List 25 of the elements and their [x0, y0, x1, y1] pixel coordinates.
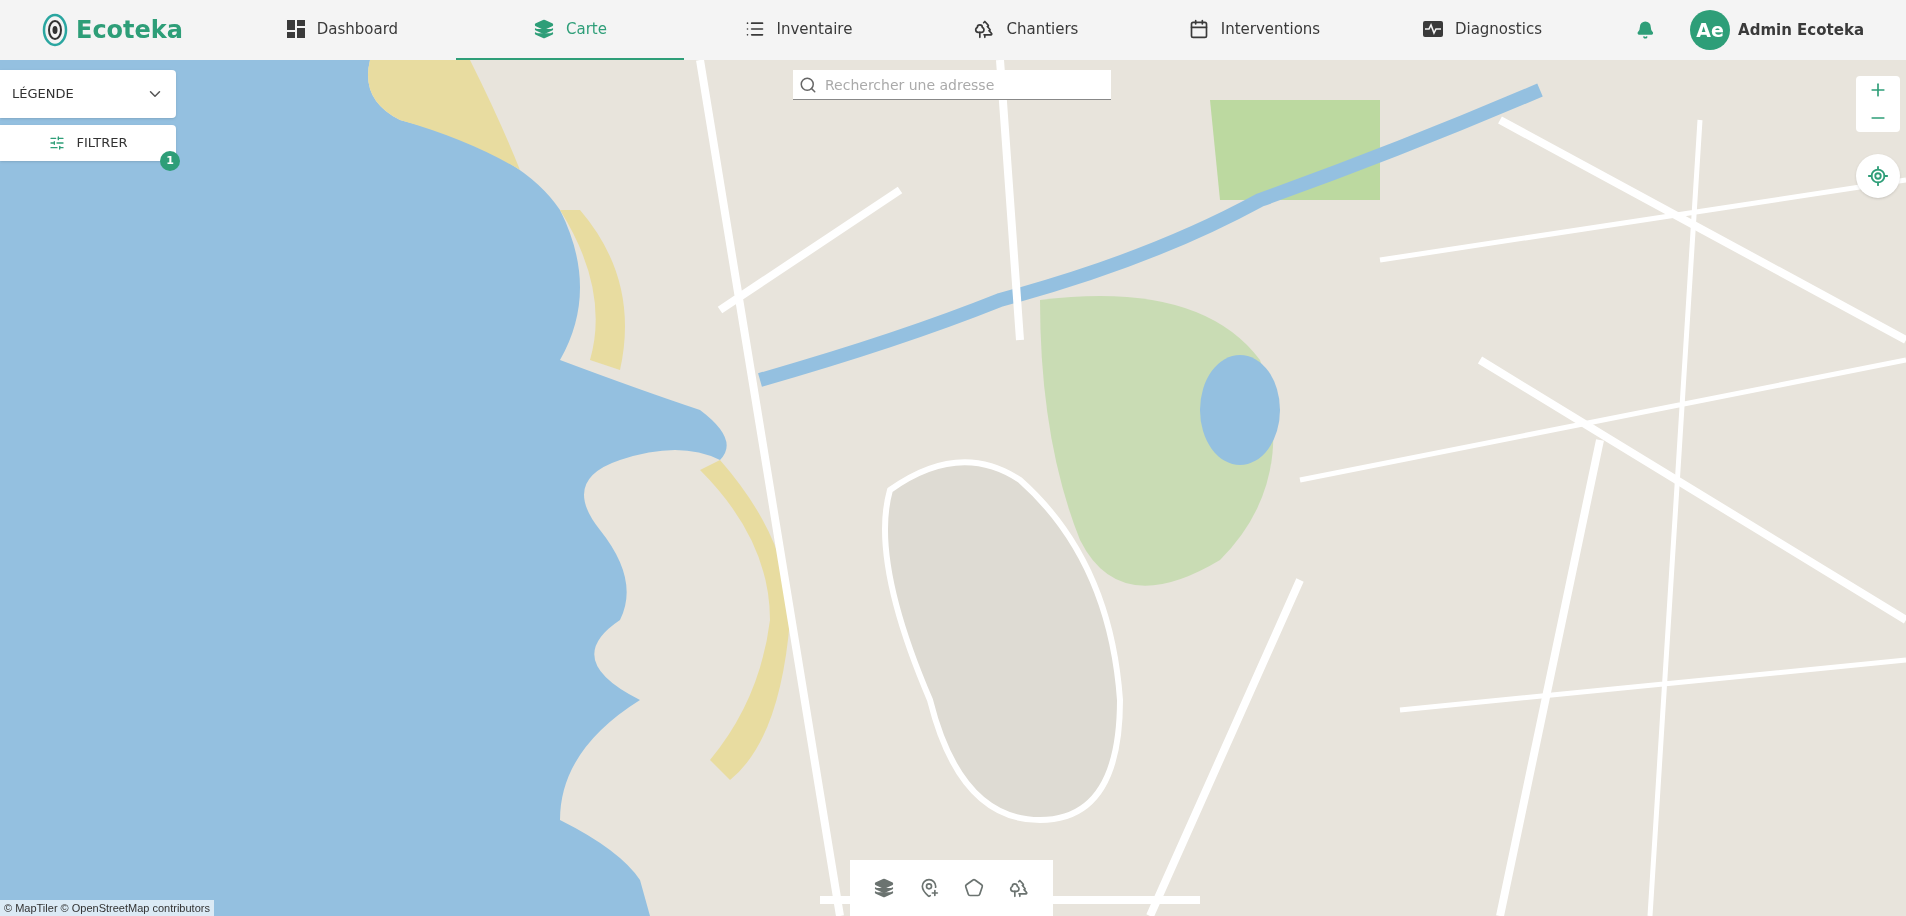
dashboard-icon: [286, 20, 305, 38]
nav-tab[interactable]: Interventions: [1140, 0, 1369, 60]
pulse-icon: [1422, 21, 1443, 37]
sliders-icon: [48, 135, 65, 151]
locate-icon: [1867, 165, 1889, 187]
logo-icon: [42, 13, 68, 47]
search-field[interactable]: Rechercher une adresse: [793, 70, 1111, 100]
user-name[interactable]: Admin Ecoteka: [1738, 18, 1864, 42]
map-attribution: © MapTiler © OpenStreetMap contributors: [0, 899, 214, 916]
layers-icon[interactable]: [874, 878, 895, 898]
list-icon: [744, 19, 765, 39]
nav-tab[interactable]: Diagnostics: [1368, 0, 1597, 60]
notifications-icon[interactable]: [1636, 20, 1656, 40]
nav-tab[interactable]: Dashboard: [228, 0, 457, 60]
search-icon: [799, 76, 817, 94]
calendar-icon: [1188, 19, 1209, 39]
trees-icon[interactable]: [1008, 878, 1029, 898]
app-name: Ecoteka: [76, 15, 183, 46]
trees-icon: [974, 19, 995, 39]
layers-icon: [533, 19, 554, 39]
nav-tab[interactable]: Chantiers: [912, 0, 1141, 60]
nav-tab[interactable]: Inventaire: [684, 0, 913, 60]
map-pin-plus-icon[interactable]: [919, 878, 940, 898]
legend-dropdown[interactable]: LÉGENDE: [0, 70, 176, 118]
pentagon-icon[interactable]: [963, 878, 984, 898]
